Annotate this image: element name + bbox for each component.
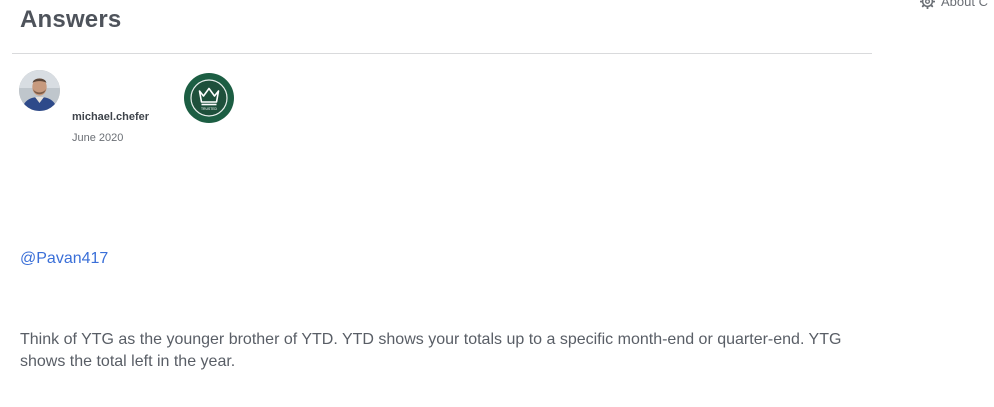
avatar[interactable] (19, 70, 60, 111)
user-mention-link[interactable]: @Pavan417 (20, 250, 108, 268)
about-link[interactable]: About C (920, 0, 988, 9)
gear-icon (920, 0, 935, 9)
section-title: Answers (20, 6, 122, 33)
badge-label: TRUSTED (201, 107, 218, 111)
answers-page: Answers About C TRUSTED michael.chefer J… (0, 0, 994, 407)
divider (12, 53, 872, 54)
about-link-label: About C (941, 0, 988, 9)
post-date: June 2020 (72, 132, 124, 144)
answer-body: Think of YTG as the younger brother of Y… (20, 331, 842, 370)
author-name[interactable]: michael.chefer (72, 111, 149, 123)
trusted-badge: TRUSTED (184, 73, 234, 123)
